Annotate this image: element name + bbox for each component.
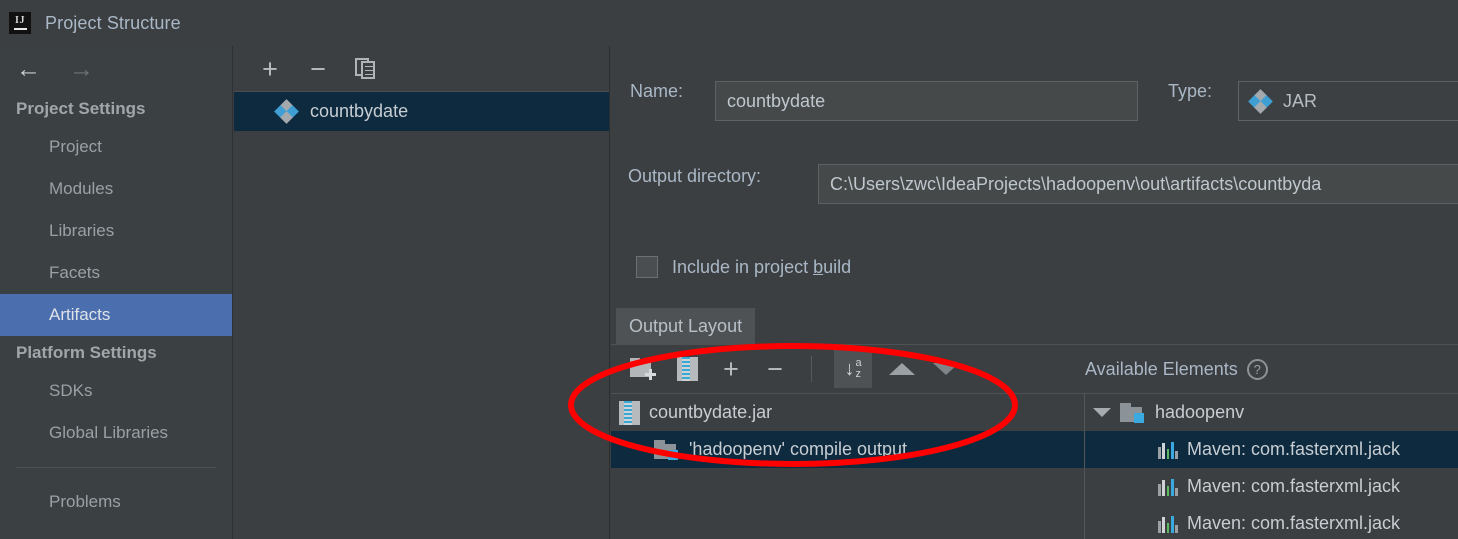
output-layout-tree: countbydate.jar 'hadoopenv' compile outp… (611, 394, 1084, 468)
intellij-idea-icon: IJ (9, 12, 31, 34)
tree-row[interactable]: countbydate.jar (611, 394, 1084, 431)
navigation-arrows: ← → (0, 46, 232, 92)
sort-alphabetical-icon: ↓ (844, 358, 855, 380)
artifact-list-item-label: countbydate (310, 101, 409, 121)
title-bar: IJ Project Structure (0, 0, 1458, 46)
remove-artifact-button[interactable]: − (304, 55, 332, 83)
chevron-down-icon[interactable] (1093, 408, 1111, 417)
tab-output-layout[interactable]: Output Layout (616, 308, 756, 344)
tab-output-layout-label: Output Layout (629, 315, 743, 336)
tree-row-label: Maven: com.fasterxml.jack (1187, 439, 1401, 459)
available-elements-label: Available Elements (1085, 358, 1238, 379)
sidebar-item-global-libraries[interactable]: Global Libraries (0, 412, 232, 454)
include-in-project-build-row[interactable]: Include in project build (636, 256, 851, 278)
triangle-down-icon (933, 363, 959, 375)
folder-add-icon (629, 358, 657, 380)
output-directory-value: C:\Users\zwc\IdeaProjects\hadoopenv\out\… (830, 173, 1322, 194)
sidebar-item-facets[interactable]: Facets (0, 252, 232, 294)
include-label-pre: Include in project (672, 256, 814, 277)
triangle-up-icon (889, 363, 915, 375)
library-icon (1158, 441, 1178, 459)
tree-row-label: hadoopenv (1155, 402, 1245, 422)
sidebar-item-artifacts[interactable]: Artifacts (0, 294, 232, 336)
sidebar-item-problems[interactable]: Problems (0, 481, 232, 523)
library-icon (1158, 478, 1178, 496)
sidebar-item-sdks[interactable]: SDKs (0, 370, 232, 412)
logo-letters: IJ (15, 15, 25, 26)
folder-module-icon (1120, 402, 1146, 423)
archive-icon (676, 357, 698, 381)
remove-element-button[interactable]: − (761, 355, 789, 383)
sidebar-group-platform-settings: Platform Settings (16, 343, 157, 362)
artifact-list-item[interactable]: countbydate (234, 92, 609, 131)
artifacts-list-panel: + − countbydate (234, 46, 610, 539)
minus-icon: − (767, 354, 783, 384)
tree-row[interactable]: Maven: com.fasterxml.jack (1085, 468, 1458, 505)
move-up-button[interactable] (888, 355, 916, 383)
tree-row-label: 'hadoopenv' compile output (689, 439, 908, 459)
project-structure-dialog: IJ Project Structure ← → Project Setting… (0, 0, 1458, 539)
plus-icon: + (723, 354, 739, 384)
include-in-project-build-label: Include in project build (672, 257, 851, 278)
add-element-button[interactable]: + (717, 355, 745, 383)
include-label-post: uild (823, 256, 852, 277)
toolbar-separator (811, 356, 812, 382)
output-directory-label: Output directory: (628, 166, 762, 186)
tree-row[interactable]: hadoopenv (1085, 394, 1458, 431)
include-label-mnemonic: b (813, 256, 824, 277)
name-input-value: countbydate (727, 90, 826, 111)
arrow-left-icon[interactable]: ← (16, 56, 41, 82)
sidebar-item-libraries[interactable]: Libraries (0, 210, 232, 252)
sidebar-divider (16, 467, 216, 468)
copy-artifact-button[interactable] (352, 55, 380, 83)
sort-letter-z: z (855, 368, 861, 380)
arrow-right-icon[interactable]: → (69, 56, 94, 82)
plus-icon: + (262, 53, 278, 84)
minus-icon: − (310, 53, 326, 84)
available-elements-header: Available Elements ? (1085, 345, 1268, 393)
type-dropdown-value: JAR (1283, 90, 1318, 111)
name-input[interactable]: countbydate (715, 81, 1138, 121)
window-title: Project Structure (45, 12, 181, 33)
sidebar-item-project[interactable]: Project (0, 126, 232, 168)
archive-icon (619, 400, 640, 425)
create-archive-button[interactable] (673, 355, 701, 383)
jar-artifact-icon (1248, 88, 1273, 114)
artifact-detail-pane: Name: countbydate Type: JAR Output direc… (611, 46, 1458, 539)
copy-icon (355, 57, 377, 80)
settings-sidebar: ← → Project Settings Project Modules Lib… (0, 46, 233, 539)
include-in-project-build-checkbox[interactable] (636, 256, 658, 278)
folder-module-icon (654, 439, 680, 460)
name-label: Name: (630, 81, 684, 101)
logo-underline (13, 28, 27, 30)
sidebar-item-modules[interactable]: Modules (0, 168, 232, 210)
tree-row-label: Maven: com.fasterxml.jack (1187, 476, 1401, 496)
sidebar-group-project-settings: Project Settings (16, 99, 146, 118)
library-icon (1158, 515, 1178, 533)
help-icon[interactable]: ? (1246, 358, 1268, 380)
sort-alphabetical-button[interactable]: ↓ a z (834, 350, 872, 388)
tree-row[interactable]: Maven: com.fasterxml.jack (1085, 431, 1458, 468)
artifacts-toolbar: + − (234, 46, 609, 92)
available-elements-tree: hadoopenv Maven: com.fasterxml.jack Mave… (1085, 394, 1458, 539)
move-down-button[interactable] (932, 355, 960, 383)
tree-row[interactable]: Maven: com.fasterxml.jack (1085, 505, 1458, 539)
jar-artifact-icon (274, 99, 299, 124)
type-dropdown[interactable]: JAR (1238, 81, 1458, 121)
create-directory-button[interactable] (629, 355, 657, 383)
output-layout-toolbar: + − ↓ a z (611, 345, 1458, 393)
tree-row[interactable]: 'hadoopenv' compile output (611, 431, 1084, 468)
type-label: Type: (1168, 81, 1213, 101)
tree-row-label: Maven: com.fasterxml.jack (1187, 513, 1401, 533)
output-directory-input[interactable]: C:\Users\zwc\IdeaProjects\hadoopenv\out\… (818, 164, 1458, 204)
tree-row-label: countbydate.jar (649, 402, 773, 422)
add-artifact-button[interactable]: + (256, 55, 284, 83)
